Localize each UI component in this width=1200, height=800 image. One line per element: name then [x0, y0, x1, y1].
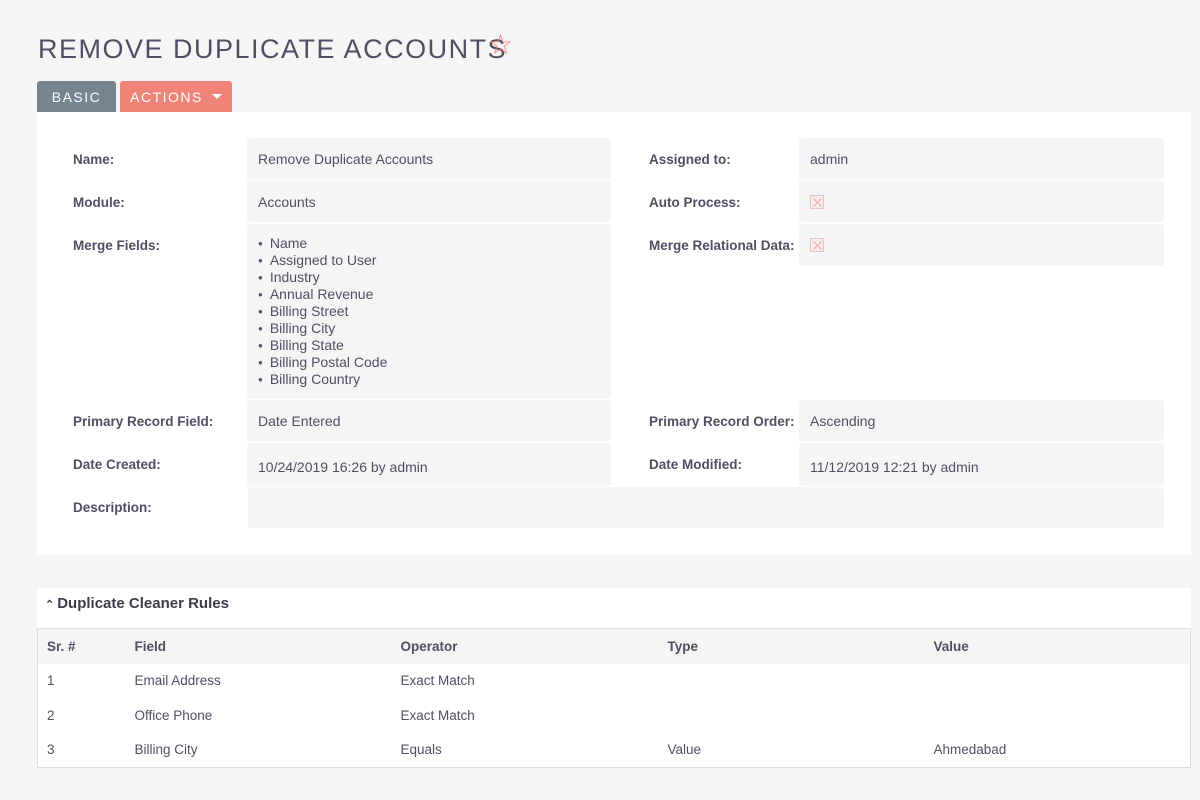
favorite-star-icon[interactable]: ☆	[488, 28, 513, 61]
merge-field-item: Industry	[258, 269, 387, 286]
auto-process-label: Auto Process:	[649, 195, 741, 210]
actions-label: ACTIONS	[130, 88, 203, 105]
merge-field-item: Annual Revenue	[258, 286, 387, 303]
col-sr: Sr. #	[37, 628, 126, 664]
col-operator: Operator	[391, 628, 659, 664]
rules-subpanel-toggle[interactable]: ⌃ Duplicate Cleaner Rules	[45, 595, 229, 612]
unchecked-x-icon	[810, 238, 824, 252]
rules-table: Sr. # Field Operator Type Value 1 Email A…	[37, 628, 1191, 768]
chevron-double-up-icon: ⌃	[45, 599, 55, 611]
merge-relational-value	[799, 224, 1164, 266]
date-modified-label: Date Modified:	[649, 457, 742, 472]
cell-field: Billing City	[134, 742, 198, 757]
cell-value: Ahmedabad	[933, 742, 1007, 757]
name-label: Name:	[73, 152, 115, 167]
description-label: Description:	[73, 500, 152, 515]
auto-process-value	[799, 181, 1164, 222]
date-modified-value: 11/12/2019 12:21 by admin	[799, 443, 1164, 486]
tab-basic[interactable]: BASIC	[37, 81, 116, 112]
primary-field-value: Date Entered	[247, 400, 611, 441]
cell-sr: 2	[47, 707, 55, 723]
cell-type	[659, 698, 925, 733]
table-header-row: Sr. # Field Operator Type Value	[37, 628, 1191, 664]
table-row: 1 Email Address Exact Match	[38, 664, 1191, 699]
merge-relational-label: Merge Relational Data:	[649, 238, 795, 253]
col-type: Type	[658, 628, 925, 664]
col-field: Field	[125, 628, 392, 664]
page-title: REMOVE DUPLICATE ACCOUNTS	[38, 34, 508, 64]
cell-type	[659, 664, 925, 699]
merge-field-item: Billing Street	[258, 303, 387, 320]
unchecked-x-icon	[810, 194, 824, 209]
assigned-value: admin	[799, 138, 1164, 180]
primary-field-label: Primary Record Field:	[73, 414, 214, 429]
cell-sr: 1	[47, 673, 55, 689]
merge-fields-label: Merge Fields:	[73, 238, 161, 253]
col-value: Value	[924, 628, 1191, 664]
caret-down-icon	[211, 94, 222, 99]
table-row: 2 Office Phone Exact Match	[38, 698, 1191, 733]
name-value: Remove Duplicate Accounts	[247, 138, 611, 180]
actions-dropdown-button[interactable]: ACTIONS	[120, 81, 232, 112]
assigned-label: Assigned to:	[649, 152, 731, 167]
cell-sr: 3	[47, 742, 55, 757]
merge-fields-value: NameAssigned to UserIndustryAnnual Reven…	[247, 224, 611, 399]
cell-operator: Exact Match	[400, 673, 475, 689]
primary-order-value: Ascending	[799, 400, 1164, 441]
cell-field: Email Address	[134, 673, 221, 689]
merge-field-item: Assigned to User	[258, 252, 387, 269]
merge-fields-list: NameAssigned to UserIndustryAnnual Reven…	[258, 224, 388, 388]
table-row: 3 Billing City Equals Value Ahmedabad	[38, 733, 1191, 768]
merge-field-item: Name	[258, 235, 387, 252]
module-label: Module:	[73, 195, 125, 210]
cell-value	[925, 698, 1191, 733]
primary-order-label: Primary Record Order:	[649, 414, 795, 429]
module-value: Accounts	[247, 181, 611, 222]
tab-basic-label: BASIC	[51, 88, 102, 105]
merge-field-item: Billing Country	[258, 371, 387, 388]
merge-field-item: Billing Postal Code	[258, 354, 388, 371]
rules-title: Duplicate Cleaner Rules	[57, 595, 229, 612]
cell-operator: Equals	[400, 742, 442, 757]
cell-operator: Exact Match	[400, 707, 475, 723]
cell-type: Value	[667, 742, 702, 757]
cell-value	[925, 664, 1191, 699]
cell-field: Office Phone	[134, 707, 213, 723]
date-created-label: Date Created:	[73, 457, 161, 472]
description-value	[248, 487, 1164, 528]
merge-field-item: Billing City	[258, 320, 387, 337]
date-created-value: 10/24/2019 16:26 by admin	[247, 443, 611, 486]
merge-field-item: Billing State	[258, 337, 387, 354]
